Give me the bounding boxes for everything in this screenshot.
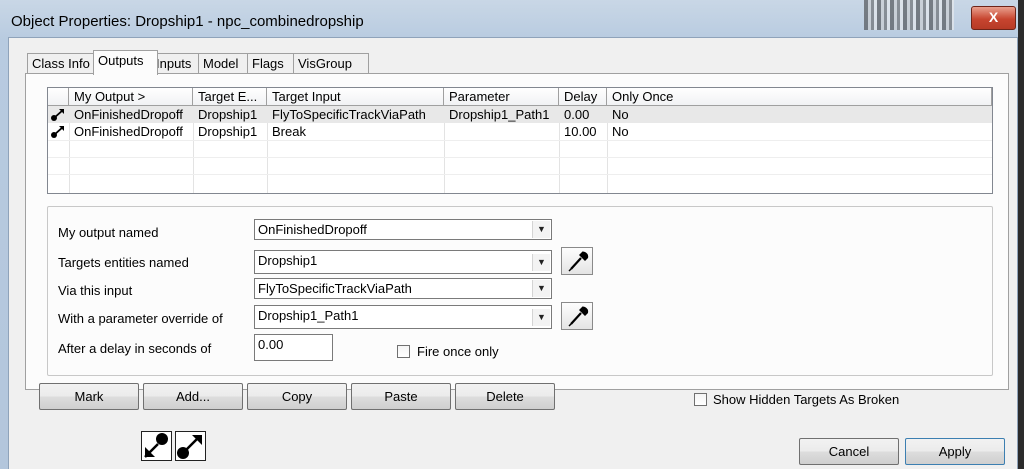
chevron-down-icon[interactable]: ▼ — [532, 309, 550, 326]
cell-target-entity: Dropship1 — [198, 107, 258, 122]
targets-label: Targets entities named — [58, 255, 189, 270]
targets-combo[interactable]: Dropship1 ▼ — [254, 250, 552, 274]
output-editor-group: My output named OnFinishedDropoff ▼ Targ… — [47, 206, 993, 376]
column-header-my-output[interactable]: My Output > — [69, 88, 193, 106]
cell-delay: 10.00 — [564, 124, 597, 139]
input-combo[interactable]: FlyToSpecificTrackViaPath ▼ — [254, 278, 552, 299]
tab-class-info[interactable]: Class Info — [27, 53, 100, 74]
chevron-down-icon[interactable]: ▼ — [532, 221, 550, 238]
paste-button[interactable]: Paste — [351, 383, 451, 410]
cell-target-input: Break — [272, 124, 306, 139]
targets-value: Dropship1 — [258, 253, 318, 268]
param-label: With a parameter override of — [58, 311, 223, 326]
tab-outputs[interactable]: Outputs — [93, 50, 158, 75]
eyedropper-icon — [568, 251, 589, 272]
dialog-client: Class Info Outputs Inputs Model Flags Vi… — [8, 37, 1018, 469]
eyedropper-icon — [568, 306, 589, 327]
cell-parameter: Dropship1_Path1 — [449, 107, 550, 122]
delay-label: After a delay in seconds of — [58, 341, 212, 356]
close-button[interactable]: X — [971, 6, 1016, 30]
output-combo[interactable]: OnFinishedDropoff ▼ — [254, 219, 552, 240]
cell-my-output: OnFinishedDropoff — [74, 124, 183, 139]
cell-target-entity: Dropship1 — [198, 124, 258, 139]
delete-button[interactable]: Delete — [455, 383, 555, 410]
tab-inputs[interactable]: Inputs — [151, 53, 202, 74]
show-hidden-checkbox[interactable] — [694, 393, 707, 406]
output-to-entity-icon — [141, 431, 172, 461]
cancel-button[interactable]: Cancel — [799, 438, 899, 465]
column-header-delay[interactable]: Delay — [559, 88, 607, 106]
copy-button[interactable]: Copy — [247, 383, 347, 410]
window-edge — [1018, 0, 1024, 469]
row-divider — [48, 140, 992, 141]
tab-flags[interactable]: Flags — [247, 53, 295, 74]
column-header-target-entity[interactable]: Target E... — [193, 88, 267, 106]
output-link-icon — [51, 109, 64, 121]
delay-input[interactable]: 0.00 — [254, 334, 333, 361]
output-link-icon — [51, 126, 64, 138]
output-label: My output named — [58, 225, 159, 240]
window-title: Object Properties: Dropship1 - npc_combi… — [11, 13, 364, 30]
outputs-panel: My Output > Target E... Target Input Par… — [25, 73, 1009, 390]
row-divider — [48, 157, 992, 158]
input-label: Via this input — [58, 283, 133, 298]
column-header-only-once[interactable]: Only Once — [607, 88, 992, 106]
fire-once-checkbox[interactable] — [397, 345, 410, 358]
row-divider — [48, 174, 992, 175]
fire-once-label: Fire once only — [417, 344, 499, 359]
table-row[interactable]: OnFinishedDropoff Dropship1 Break 10.00 … — [48, 123, 992, 140]
table-row[interactable]: OnFinishedDropoff Dropship1 FlyToSpecifi… — [48, 106, 992, 123]
column-header-target-input[interactable]: Target Input — [267, 88, 444, 106]
background-decoration — [864, 0, 954, 30]
cell-parameter — [444, 123, 559, 140]
tab-model[interactable]: Model — [198, 53, 250, 74]
mark-button[interactable]: Mark — [39, 383, 139, 410]
show-hidden-label: Show Hidden Targets As Broken — [713, 392, 900, 407]
dialog-window: Object Properties: Dropship1 - npc_combi… — [0, 0, 1024, 469]
column-header-parameter[interactable]: Parameter — [444, 88, 559, 106]
cell-delay: 0.00 — [564, 107, 590, 122]
param-combo[interactable]: Dropship1_Path1 ▼ — [254, 305, 552, 329]
targets-picker-button[interactable] — [561, 247, 593, 275]
param-picker-button[interactable] — [561, 302, 593, 330]
apply-button[interactable]: Apply — [905, 438, 1005, 465]
cell-only-once: No — [612, 107, 629, 122]
cell-my-output: OnFinishedDropoff — [74, 107, 183, 122]
entity-to-output-icon — [175, 431, 206, 461]
param-value: Dropship1_Path1 — [258, 308, 359, 323]
outputs-list[interactable]: My Output > Target E... Target Input Par… — [47, 87, 993, 194]
chevron-down-icon[interactable]: ▼ — [532, 254, 550, 271]
chevron-down-icon[interactable]: ▼ — [532, 280, 550, 297]
cell-only-once: No — [612, 124, 629, 139]
delay-value: 0.00 — [258, 337, 284, 352]
output-value: OnFinishedDropoff — [258, 222, 367, 237]
tab-visgroup[interactable]: VisGroup — [293, 53, 369, 74]
input-value: FlyToSpecificTrackViaPath — [258, 281, 412, 296]
column-header-icon — [48, 88, 69, 106]
cell-target-input: FlyToSpecificTrackViaPath — [272, 107, 426, 122]
add-button[interactable]: Add... — [143, 383, 243, 410]
